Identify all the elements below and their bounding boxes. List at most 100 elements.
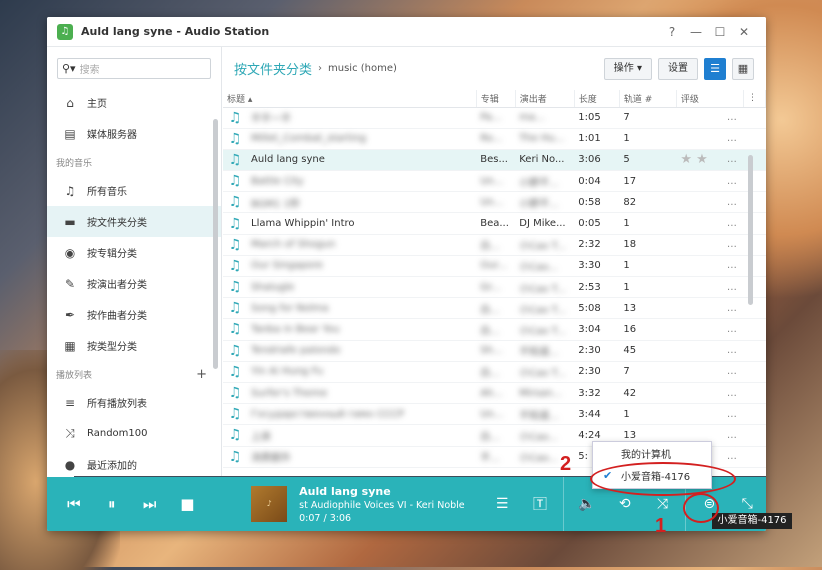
sidebar-item-all-music[interactable]: ♫ 所有音乐 bbox=[47, 175, 221, 206]
cell-rating[interactable] bbox=[676, 107, 717, 129]
table-row[interactable]: ♫ Llama Whippin' Intro Bea... DJ Mike... 0:0… bbox=[223, 212, 766, 235]
previous-icon[interactable]: ⏮ bbox=[55, 495, 93, 513]
cell-artist: Keri No... bbox=[515, 149, 575, 172]
table-row[interactable]: ♫ BGM1 1秒 Un... 小野不... 0:58 82… bbox=[223, 191, 766, 214]
row-more-icon[interactable]: … bbox=[716, 340, 744, 362]
grid-view-icon[interactable]: ▦ bbox=[732, 57, 754, 80]
row-more-icon[interactable]: … bbox=[716, 170, 744, 193]
row-more-icon[interactable]: … bbox=[716, 107, 744, 129]
sidebar-scrollbar[interactable] bbox=[213, 119, 218, 369]
sidebar-item-by-composer[interactable]: ✒ 按作曲者分类 bbox=[47, 299, 221, 330]
shuffle-icon[interactable]: ⤨ bbox=[644, 496, 682, 512]
row-more-icon[interactable]: … bbox=[716, 255, 744, 278]
sidebar-item-home[interactable]: ⌂ 主页 bbox=[47, 87, 221, 118]
row-more-icon[interactable]: … bbox=[716, 212, 744, 235]
column-menu-icon[interactable]: ⋮ bbox=[743, 90, 766, 108]
row-more-icon[interactable]: … bbox=[716, 128, 744, 150]
cell-rating[interactable] bbox=[676, 403, 717, 426]
help-button[interactable]: ? bbox=[660, 25, 684, 39]
volume-icon[interactable]: 🔈 bbox=[568, 496, 606, 512]
next-icon[interactable]: ⏭ bbox=[131, 495, 169, 513]
table-row[interactable]: ♫ Auld lang syne Bes... Keri No... 3:06 5 ★ ★… bbox=[223, 149, 766, 172]
cell-album: 白... bbox=[476, 318, 516, 341]
cell-rating[interactable] bbox=[676, 212, 717, 235]
cell-rating[interactable] bbox=[676, 297, 717, 320]
settings-button[interactable]: 设置 bbox=[658, 57, 698, 80]
cell-track: 1 bbox=[619, 128, 677, 150]
table-row[interactable]: ♫ Shalugle Gr... 小Cao T... 2:53 1… bbox=[223, 276, 766, 299]
renderer-option-my-computer[interactable]: 我的计算机 bbox=[593, 442, 711, 464]
cell-rating[interactable] bbox=[676, 382, 717, 405]
sidebar-item-by-folder[interactable]: ▬ 按文件夹分类 bbox=[47, 206, 221, 237]
cell-rating[interactable] bbox=[676, 340, 717, 362]
cell-track: 18 bbox=[619, 234, 677, 256]
column-album[interactable]: 专辑 bbox=[476, 90, 516, 108]
table-row[interactable]: ♫ Our Singapore Our... 小Cao... 3:30 1… bbox=[223, 255, 766, 278]
album-cover[interactable]: ♪ bbox=[251, 486, 288, 522]
cell-rating[interactable]: ★ ★ bbox=[676, 149, 717, 172]
action-button[interactable]: 操作 ▾ bbox=[603, 57, 652, 80]
row-more-icon[interactable]: … bbox=[716, 318, 744, 341]
close-button[interactable]: ✕ bbox=[732, 25, 756, 39]
table-row[interactable]: ♫ Yin Ai Hung Fu 白... 小Cao T... 2:30 7… bbox=[223, 361, 766, 383]
cell-rating[interactable] bbox=[676, 255, 717, 278]
music-note-icon: ♫ bbox=[57, 23, 73, 40]
mini-player-icon[interactable]: ⤡ bbox=[728, 496, 766, 512]
minimize-button[interactable]: — bbox=[684, 25, 708, 39]
row-more-icon[interactable]: … bbox=[716, 403, 744, 426]
sidebar-item-recently-added[interactable]: ● 最近添加的 bbox=[47, 449, 221, 477]
row-more-icon[interactable]: … bbox=[716, 276, 744, 299]
cell-rating[interactable] bbox=[676, 128, 717, 150]
queue-icon[interactable]: ☰ bbox=[483, 496, 521, 512]
breadcrumb-folder[interactable]: music (home) bbox=[328, 63, 598, 74]
table-row[interactable]: ♫ Song for Nolma 白... 小Cao T... 5:08 13… bbox=[223, 297, 766, 320]
row-more-icon[interactable]: … bbox=[716, 234, 744, 256]
table-row[interactable]: ♫ Tendriafe palondo Sh... 不知道... 2:30 45… bbox=[223, 340, 766, 362]
table-row[interactable]: ♫ Государственный гимн СССР Un... 不知道... 3:4… bbox=[223, 403, 766, 426]
repeat-icon[interactable]: ⟲ bbox=[606, 496, 644, 512]
cell-rating[interactable] bbox=[676, 318, 717, 341]
row-more-icon[interactable]: … bbox=[716, 361, 744, 383]
maximize-button[interactable]: ☐ bbox=[708, 25, 732, 39]
cell-album: 白... bbox=[476, 361, 516, 383]
cell-rating[interactable] bbox=[676, 361, 717, 383]
table-row[interactable]: ♫ March of Shogun 白... 小Cao T... 2:32 18… bbox=[223, 234, 766, 256]
column-length[interactable]: 长度 bbox=[574, 90, 620, 108]
search-input[interactable]: ⚲▾ 搜索 bbox=[57, 58, 211, 79]
music-file-icon: ♫ bbox=[223, 107, 248, 129]
column-rating[interactable]: 评级 bbox=[676, 90, 744, 108]
sidebar-item-by-artist[interactable]: ✎ 按演出者分类 bbox=[47, 268, 221, 299]
table-row[interactable]: ♫ Tanba in Bear You 白... 小Cao T... 3:04 16… bbox=[223, 318, 766, 341]
table-row[interactable]: ♫ Surfer's Theme Ah... Mirsan... 3:32 42… bbox=[223, 382, 766, 405]
row-more-icon[interactable]: … bbox=[716, 446, 744, 468]
row-more-icon[interactable]: … bbox=[716, 149, 744, 172]
row-more-icon[interactable]: … bbox=[716, 382, 744, 405]
sidebar-item-random100[interactable]: ⤨ Random100 bbox=[47, 418, 221, 449]
star-icon[interactable]: ★ ★ bbox=[680, 152, 707, 167]
table-row[interactable]: ♫ 不不一不 Pa... ma... 1:05 7… bbox=[223, 107, 766, 129]
sidebar-item-by-genre[interactable]: ▦ 按类型分类 bbox=[47, 330, 221, 361]
table-scrollbar[interactable] bbox=[748, 155, 753, 305]
pause-icon[interactable]: ⏸ bbox=[93, 495, 131, 513]
sidebar-item-by-album[interactable]: ◉ 按专辑分类 bbox=[47, 237, 221, 268]
sidebar-item-media-server[interactable]: ▤ 媒体服务器 bbox=[47, 118, 221, 149]
table-row[interactable]: ♫ Battle City Un... 小野不... 0:04 17… bbox=[223, 170, 766, 193]
list-view-icon[interactable]: ☰ bbox=[704, 57, 726, 80]
cell-rating[interactable] bbox=[676, 234, 717, 256]
table-row[interactable]: ♫ Millet_Combat_starting Ro... The Hu... 1:0… bbox=[223, 128, 766, 150]
stop-icon[interactable]: ■ bbox=[168, 495, 206, 513]
cell-rating[interactable] bbox=[676, 191, 717, 214]
sidebar-item-all-playlists[interactable]: ≡ 所有播放列表 bbox=[47, 387, 221, 418]
cell-rating[interactable] bbox=[676, 276, 717, 299]
add-playlist-icon[interactable]: + bbox=[196, 367, 207, 382]
column-track[interactable]: 轨道 # bbox=[619, 90, 677, 108]
row-more-icon[interactable]: … bbox=[716, 297, 744, 320]
column-title[interactable]: 标题 ▴ bbox=[223, 90, 477, 108]
lyrics-icon[interactable]: 🅃 bbox=[521, 494, 559, 514]
breadcrumb-current[interactable]: 按文件夹分类 bbox=[234, 59, 312, 78]
column-artist[interactable]: 演出者 bbox=[515, 90, 575, 108]
cell-spacer bbox=[743, 212, 766, 235]
cell-rating[interactable] bbox=[676, 170, 717, 193]
row-more-icon[interactable]: … bbox=[716, 191, 744, 214]
row-more-icon[interactable]: … bbox=[716, 424, 744, 447]
